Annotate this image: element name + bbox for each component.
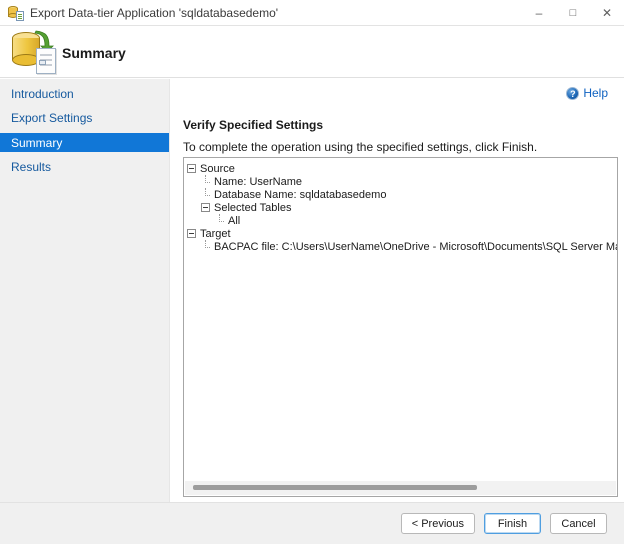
help-question-icon: ? <box>566 87 579 100</box>
tree-node-label: Database Name: sqldatabasedemo <box>214 189 386 201</box>
settings-summary-panel: Source Name: UserName Database Name: sql… <box>183 157 618 497</box>
horizontal-scrollbar[interactable] <box>185 481 616 495</box>
collapse-icon[interactable] <box>201 203 210 212</box>
sidebar-item-export-settings[interactable]: Export Settings <box>0 106 169 130</box>
export-data-tier-wizard-window: Export Data-tier Application 'sqldatabas… <box>0 0 624 544</box>
previous-button[interactable]: < Previous <box>401 513 475 534</box>
tree-node-label: Source <box>200 163 235 175</box>
document-icon <box>36 48 56 74</box>
minimize-button[interactable]: – <box>522 0 556 26</box>
tree-connector-icon <box>201 190 210 200</box>
tree-connector-icon <box>201 242 210 252</box>
tree-node-label: Name: UserName <box>214 176 302 188</box>
help-link[interactable]: ? Help <box>566 86 608 100</box>
title-bar[interactable]: Export Data-tier Application 'sqldatabas… <box>0 0 624 26</box>
tree-node-selected-tables[interactable]: Selected Tables <box>187 201 617 214</box>
sidebar-item-summary[interactable]: Summary <box>0 133 169 152</box>
verify-settings-heading: Verify Specified Settings <box>183 118 323 132</box>
tree-node-name[interactable]: Name: UserName <box>187 175 617 188</box>
finish-button[interactable]: Finish <box>484 513 541 534</box>
collapse-icon[interactable] <box>187 164 196 173</box>
sidebar-item-results[interactable]: Results <box>0 155 169 179</box>
export-database-icon <box>12 30 60 76</box>
sidebar-item-introduction[interactable]: Introduction <box>0 82 169 106</box>
tree-connector-icon <box>201 177 210 187</box>
summary-page-content: ? Help Verify Specified Settings To comp… <box>171 79 624 502</box>
verify-settings-description: To complete the operation using the spec… <box>183 140 537 154</box>
tree-node-label: Target <box>200 228 231 240</box>
close-button[interactable]: ✕ <box>590 0 624 26</box>
wizard-header: Summary <box>0 27 624 78</box>
tree-node-label: BACPAC file: C:\Users\UserName\OneDrive … <box>214 241 618 253</box>
maximize-button[interactable]: □ <box>556 0 590 26</box>
tree-connector-icon <box>215 216 224 226</box>
app-database-export-icon <box>8 5 24 21</box>
tree-node-bacpac-file[interactable]: BACPAC file: C:\Users\UserName\OneDrive … <box>187 240 617 253</box>
cancel-button[interactable]: Cancel <box>550 513 607 534</box>
scrollbar-thumb[interactable] <box>193 485 477 490</box>
wizard-steps-sidebar: Introduction Export Settings Summary Res… <box>0 79 170 502</box>
tree-node-target[interactable]: Target <box>187 227 617 240</box>
tree-node-source[interactable]: Source <box>187 162 617 175</box>
settings-tree: Source Name: UserName Database Name: sql… <box>184 158 617 253</box>
collapse-icon[interactable] <box>187 229 196 238</box>
tree-node-database-name[interactable]: Database Name: sqldatabasedemo <box>187 188 617 201</box>
tree-node-label: Selected Tables <box>214 202 291 214</box>
window-title: Export Data-tier Application 'sqldatabas… <box>30 6 278 20</box>
tree-node-label: All <box>228 215 240 227</box>
tree-node-all[interactable]: All <box>187 214 617 227</box>
wizard-footer: < Previous Finish Cancel <box>0 502 624 544</box>
help-label: Help <box>583 86 608 100</box>
page-title: Summary <box>62 45 126 61</box>
